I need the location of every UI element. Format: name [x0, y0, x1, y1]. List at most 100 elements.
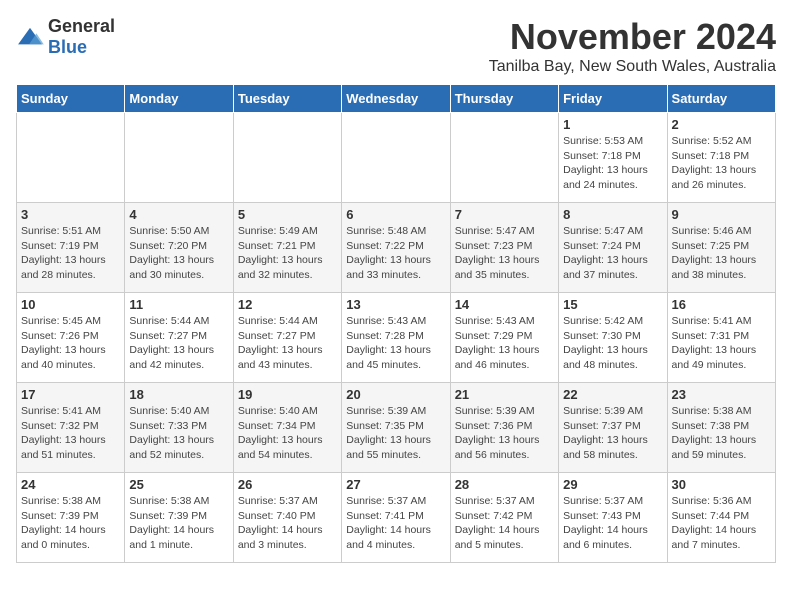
calendar-cell: 1 Sunrise: 5:53 AM Sunset: 7:18 PM Daylig… [559, 113, 667, 203]
day-detail: Sunrise: 5:40 AM Sunset: 7:33 PM Dayligh… [129, 404, 228, 463]
day-detail: Sunrise: 5:45 AM Sunset: 7:26 PM Dayligh… [21, 314, 120, 373]
day-detail: Sunrise: 5:43 AM Sunset: 7:28 PM Dayligh… [346, 314, 445, 373]
day-detail: Sunrise: 5:53 AM Sunset: 7:18 PM Dayligh… [563, 134, 662, 193]
logo: General Blue [16, 16, 115, 58]
day-number: 23 [672, 387, 771, 402]
calendar-cell [125, 113, 233, 203]
day-detail: Sunrise: 5:49 AM Sunset: 7:21 PM Dayligh… [238, 224, 337, 283]
week-row-4: 17 Sunrise: 5:41 AM Sunset: 7:32 PM Dayli… [17, 383, 776, 473]
day-number: 17 [21, 387, 120, 402]
day-number: 11 [129, 297, 228, 312]
title-area: November 2024 Tanilba Bay, New South Wal… [489, 16, 776, 76]
day-number: 1 [563, 117, 662, 132]
calendar-cell: 7Sunrise: 5:47 AM Sunset: 7:23 PM Daylig… [450, 203, 558, 293]
calendar-cell: 19 Sunrise: 5:40 AM Sunset: 7:34 PM Dayli… [233, 383, 341, 473]
day-detail: Sunrise: 5:37 AM Sunset: 7:41 PM Dayligh… [346, 494, 445, 553]
day-number: 16 [672, 297, 771, 312]
day-number: 3 [21, 207, 120, 222]
logo-icon [16, 26, 44, 48]
day-detail: Sunrise: 5:48 AM Sunset: 7:22 PM Dayligh… [346, 224, 445, 283]
day-number: 9 [672, 207, 771, 222]
day-number: 2 [672, 117, 771, 132]
day-number: 10 [21, 297, 120, 312]
calendar-cell: 6 Sunrise: 5:48 AM Sunset: 7:22 PM Daylig… [342, 203, 450, 293]
calendar-cell: 9Sunrise: 5:46 AM Sunset: 7:25 PM Daylig… [667, 203, 775, 293]
day-detail: Sunrise: 5:37 AM Sunset: 7:40 PM Dayligh… [238, 494, 337, 553]
location-title: Tanilba Bay, New South Wales, Australia [489, 58, 776, 76]
calendar-cell [233, 113, 341, 203]
calendar-cell: 23Sunrise: 5:38 AM Sunset: 7:38 PM Dayli… [667, 383, 775, 473]
day-number: 21 [455, 387, 554, 402]
column-header-friday: Friday [559, 85, 667, 113]
day-number: 8 [563, 207, 662, 222]
day-detail: Sunrise: 5:44 AM Sunset: 7:27 PM Dayligh… [238, 314, 337, 373]
calendar-cell: 20 Sunrise: 5:39 AM Sunset: 7:35 PM Dayli… [342, 383, 450, 473]
day-detail: Sunrise: 5:47 AM Sunset: 7:23 PM Dayligh… [455, 224, 554, 283]
calendar-cell: 8 Sunrise: 5:47 AM Sunset: 7:24 PM Daylig… [559, 203, 667, 293]
calendar-cell: 12 Sunrise: 5:44 AM Sunset: 7:27 PM Dayli… [233, 293, 341, 383]
day-number: 6 [346, 207, 445, 222]
logo-general: General [48, 16, 115, 36]
day-number: 20 [346, 387, 445, 402]
column-header-saturday: Saturday [667, 85, 775, 113]
calendar-cell [450, 113, 558, 203]
day-number: 29 [563, 477, 662, 492]
day-number: 4 [129, 207, 228, 222]
calendar-cell: 22Sunrise: 5:39 AM Sunset: 7:37 PM Dayli… [559, 383, 667, 473]
day-number: 18 [129, 387, 228, 402]
calendar-cell: 13 Sunrise: 5:43 AM Sunset: 7:28 PM Dayli… [342, 293, 450, 383]
column-header-monday: Monday [125, 85, 233, 113]
day-number: 14 [455, 297, 554, 312]
day-detail: Sunrise: 5:50 AM Sunset: 7:20 PM Dayligh… [129, 224, 228, 283]
day-number: 19 [238, 387, 337, 402]
day-detail: Sunrise: 5:37 AM Sunset: 7:43 PM Dayligh… [563, 494, 662, 553]
calendar-header-row: SundayMondayTuesdayWednesdayThursdayFrid… [17, 85, 776, 113]
calendar-cell: 10 Sunrise: 5:45 AM Sunset: 7:26 PM Dayli… [17, 293, 125, 383]
month-title: November 2024 [489, 16, 776, 58]
calendar-cell [342, 113, 450, 203]
calendar-cell: 18 Sunrise: 5:40 AM Sunset: 7:33 PM Dayli… [125, 383, 233, 473]
week-row-2: 3 Sunrise: 5:51 AM Sunset: 7:19 PM Daylig… [17, 203, 776, 293]
calendar-cell: 15 Sunrise: 5:42 AM Sunset: 7:30 PM Dayli… [559, 293, 667, 383]
day-number: 15 [563, 297, 662, 312]
header: General Blue November 2024 Tanilba Bay, … [16, 16, 776, 76]
calendar-cell [17, 113, 125, 203]
column-header-thursday: Thursday [450, 85, 558, 113]
calendar-cell: 24Sunrise: 5:38 AM Sunset: 7:39 PM Dayli… [17, 473, 125, 563]
day-number: 5 [238, 207, 337, 222]
calendar-body: 1 Sunrise: 5:53 AM Sunset: 7:18 PM Daylig… [17, 113, 776, 563]
calendar-cell: 4 Sunrise: 5:50 AM Sunset: 7:20 PM Daylig… [125, 203, 233, 293]
day-number: 28 [455, 477, 554, 492]
calendar-cell: 28 Sunrise: 5:37 AM Sunset: 7:42 PM Dayli… [450, 473, 558, 563]
day-detail: Sunrise: 5:39 AM Sunset: 7:35 PM Dayligh… [346, 404, 445, 463]
calendar-cell: 27Sunrise: 5:37 AM Sunset: 7:41 PM Dayli… [342, 473, 450, 563]
day-number: 26 [238, 477, 337, 492]
logo-blue: Blue [48, 37, 87, 57]
column-header-tuesday: Tuesday [233, 85, 341, 113]
day-detail: Sunrise: 5:52 AM Sunset: 7:18 PM Dayligh… [672, 134, 771, 193]
day-detail: Sunrise: 5:43 AM Sunset: 7:29 PM Dayligh… [455, 314, 554, 373]
day-number: 30 [672, 477, 771, 492]
day-detail: Sunrise: 5:41 AM Sunset: 7:31 PM Dayligh… [672, 314, 771, 373]
day-detail: Sunrise: 5:37 AM Sunset: 7:42 PM Dayligh… [455, 494, 554, 553]
day-detail: Sunrise: 5:47 AM Sunset: 7:24 PM Dayligh… [563, 224, 662, 283]
day-detail: Sunrise: 5:40 AM Sunset: 7:34 PM Dayligh… [238, 404, 337, 463]
day-number: 12 [238, 297, 337, 312]
day-number: 24 [21, 477, 120, 492]
calendar-cell: 16 Sunrise: 5:41 AM Sunset: 7:31 PM Dayli… [667, 293, 775, 383]
calendar-cell: 5 Sunrise: 5:49 AM Sunset: 7:21 PM Daylig… [233, 203, 341, 293]
day-number: 22 [563, 387, 662, 402]
column-header-sunday: Sunday [17, 85, 125, 113]
day-detail: Sunrise: 5:38 AM Sunset: 7:39 PM Dayligh… [129, 494, 228, 553]
calendar-cell: 30Sunrise: 5:36 AM Sunset: 7:44 PM Dayli… [667, 473, 775, 563]
calendar-cell: 3 Sunrise: 5:51 AM Sunset: 7:19 PM Daylig… [17, 203, 125, 293]
day-detail: Sunrise: 5:41 AM Sunset: 7:32 PM Dayligh… [21, 404, 120, 463]
day-number: 13 [346, 297, 445, 312]
calendar-cell: 11Sunrise: 5:44 AM Sunset: 7:27 PM Dayli… [125, 293, 233, 383]
week-row-5: 24 Sunrise: 5:38 AM Sunset: 7:39 PM Dayli… [17, 473, 776, 563]
week-row-1: 1 Sunrise: 5:53 AM Sunset: 7:18 PM Daylig… [17, 113, 776, 203]
week-row-3: 10 Sunrise: 5:45 AM Sunset: 7:26 PM Dayli… [17, 293, 776, 383]
day-detail: Sunrise: 5:42 AM Sunset: 7:30 PM Dayligh… [563, 314, 662, 373]
day-detail: Sunrise: 5:51 AM Sunset: 7:19 PM Dayligh… [21, 224, 120, 283]
day-number: 25 [129, 477, 228, 492]
